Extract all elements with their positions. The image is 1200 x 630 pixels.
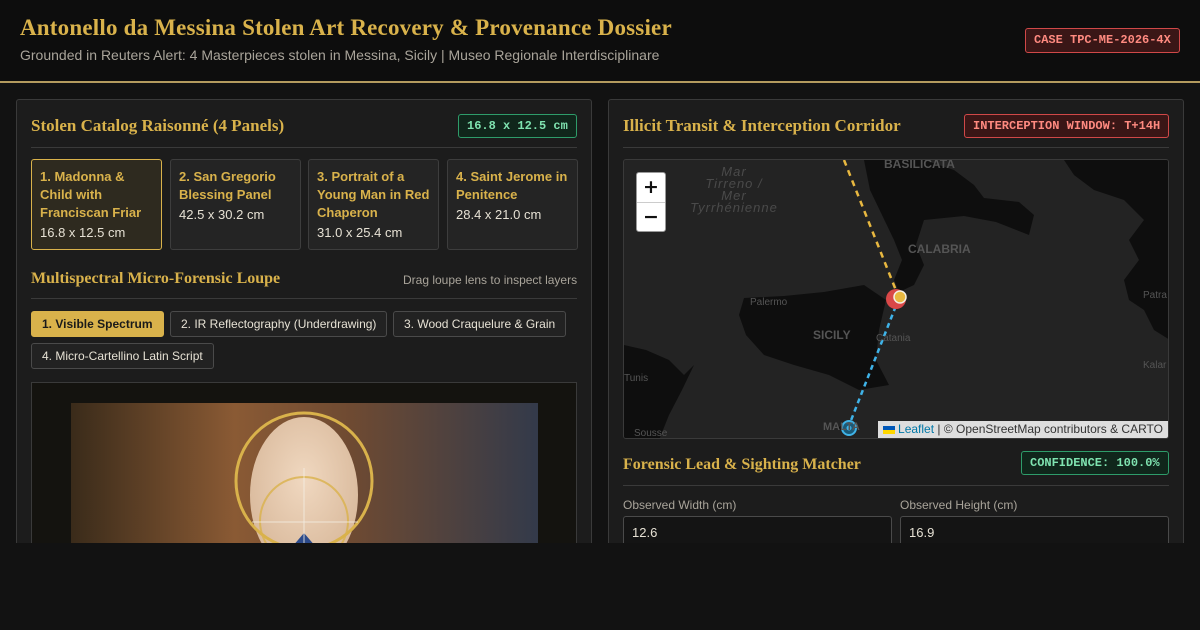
selected-dims-badge: 16.8 x 12.5 cm xyxy=(458,114,577,138)
card-title: 1. Madonna & Child with Franciscan Friar xyxy=(40,169,142,220)
map-label-palermo: Palermo xyxy=(750,297,788,308)
card-dims: 28.4 x 21.0 cm xyxy=(456,207,542,222)
divider xyxy=(623,485,1169,486)
catalog-panel: Stolen Catalog Raisonné (4 Panels) 16.8 … xyxy=(16,99,592,559)
matcher-title: Forensic Lead & Sighting Matcher xyxy=(623,456,861,473)
zoom-in-button[interactable]: + xyxy=(637,173,665,202)
map-label-basilicata: BASILICATA xyxy=(884,159,955,171)
catalog-card-madonna[interactable]: 1. Madonna & Child with Franciscan Friar… xyxy=(31,159,162,250)
zoom-control: + − xyxy=(636,172,666,232)
map-label-sousse: Sousse xyxy=(634,428,668,439)
map-label-malta: MALTA xyxy=(823,421,860,433)
interception-window-badge: INTERCEPTION WINDOW: T+14H xyxy=(964,114,1170,138)
page-subtitle: Grounded in Reuters Alert: 4 Masterpiece… xyxy=(20,47,660,63)
layer-button-visible[interactable]: 1. Visible Spectrum xyxy=(31,311,164,337)
page-title: Antonello da Messina Stolen Art Recovery… xyxy=(20,15,672,40)
map-label-catania: Catania xyxy=(876,333,911,344)
catalog-cards: 1. Madonna & Child with Franciscan Friar… xyxy=(31,159,578,251)
card-title: 2. San Gregorio Blessing Panel xyxy=(179,169,276,202)
divider xyxy=(623,147,1169,148)
zoom-out-button[interactable]: − xyxy=(637,202,665,231)
card-dims: 42.5 x 30.2 cm xyxy=(179,207,265,222)
divider xyxy=(31,147,577,148)
card-title: 3. Portrait of a Young Man in Red Chaper… xyxy=(317,169,430,220)
layer-button-cartellino[interactable]: 4. Micro-Cartellino Latin Script xyxy=(31,343,214,369)
transit-title: Illicit Transit & Interception Corridor xyxy=(623,116,901,135)
transit-panel: Illicit Transit & Interception Corridor … xyxy=(608,99,1184,559)
map-label-sicily: SICILY xyxy=(813,328,851,342)
map-label-tunis: Tunis xyxy=(624,373,649,384)
ukraine-flag-icon xyxy=(883,426,896,434)
catalog-card-portrait[interactable]: 3. Portrait of a Young Man in Red Chaper… xyxy=(308,159,439,250)
card-dims: 16.8 x 12.5 cm xyxy=(40,225,126,240)
layer-button-craquelure[interactable]: 3. Wood Craquelure & Grain xyxy=(393,311,567,337)
catalog-title: Stolen Catalog Raisonné (4 Panels) xyxy=(31,116,285,135)
height-label: Observed Height (cm) xyxy=(900,498,1018,512)
app-header: Antonello da Messina Stolen Art Recovery… xyxy=(0,0,1200,83)
catalog-card-saint-jerome[interactable]: 4. Saint Jerome in Penitence 28.4 x 21.0… xyxy=(447,159,578,250)
case-badge: CASE TPC-ME-2026-4X xyxy=(1025,28,1180,53)
card-title: 4. Saint Jerome in Penitence xyxy=(456,169,568,202)
divider xyxy=(31,298,577,299)
catalog-card-san-gregorio[interactable]: 2. San Gregorio Blessing Panel 42.5 x 30… xyxy=(170,159,301,250)
map-attribution: Leaflet | © OpenStreetMap contributors &… xyxy=(878,421,1168,438)
loupe-viewer[interactable] xyxy=(31,382,577,558)
map-label-patra: Patra xyxy=(1143,290,1167,301)
loupe-hint: Drag loupe lens to inspect layers xyxy=(403,273,578,287)
attribution-text: | © OpenStreetMap contributors & CARTO xyxy=(934,422,1163,436)
card-dims: 31.0 x 25.4 cm xyxy=(317,225,403,240)
transit-map[interactable]: Mar Tirreno / Mer Tyrrhénienne BASILICAT… xyxy=(623,159,1169,439)
sea-label: Mar Tirreno / Mer Tyrrhénienne xyxy=(690,164,778,215)
map-label-kalar: Kalar xyxy=(1143,360,1167,371)
width-label: Observed Width (cm) xyxy=(623,498,737,512)
waypoint-marker-icon[interactable] xyxy=(893,290,907,304)
loupe-title: Multispectral Micro-Forensic Loupe xyxy=(31,270,281,287)
leaflet-link[interactable]: Leaflet xyxy=(898,422,934,436)
confidence-badge: CONFIDENCE: 100.0% xyxy=(1021,451,1169,475)
layer-button-ir[interactable]: 2. IR Reflectography (Underdrawing) xyxy=(170,311,388,337)
viewport-cutoff xyxy=(0,543,1200,630)
map-label-calabria: CALABRIA xyxy=(908,242,971,256)
painting-view xyxy=(71,403,538,558)
